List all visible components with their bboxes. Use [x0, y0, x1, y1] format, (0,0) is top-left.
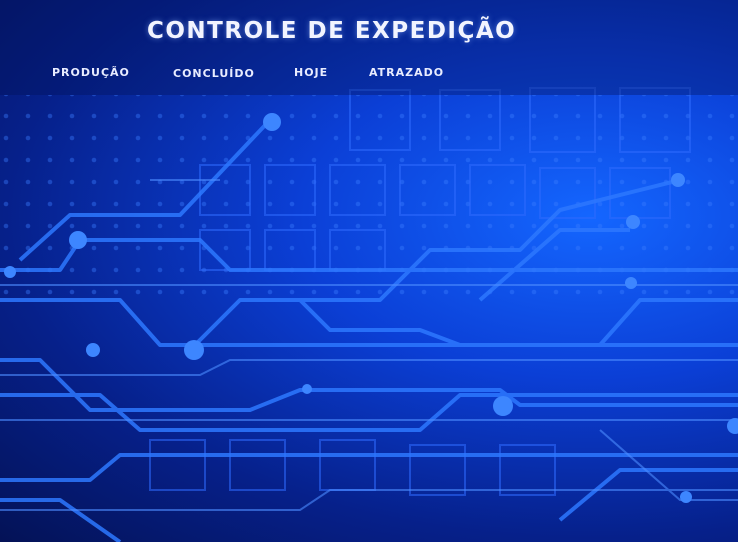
main-nav: PRODUÇÃO CONCLUÍDO HOJE ATRAZADO [0, 66, 738, 86]
nav-link-atrazado[interactable]: ATRAZADO [369, 66, 444, 79]
nav-link-hoje[interactable]: HOJE [294, 66, 328, 79]
page-title: CONTROLE DE EXPEDIÇÃO [147, 18, 517, 44]
nav-link-concluido[interactable]: CONCLUÍDO [173, 67, 255, 80]
nav-link-producao[interactable]: PRODUÇÃO [52, 66, 130, 79]
